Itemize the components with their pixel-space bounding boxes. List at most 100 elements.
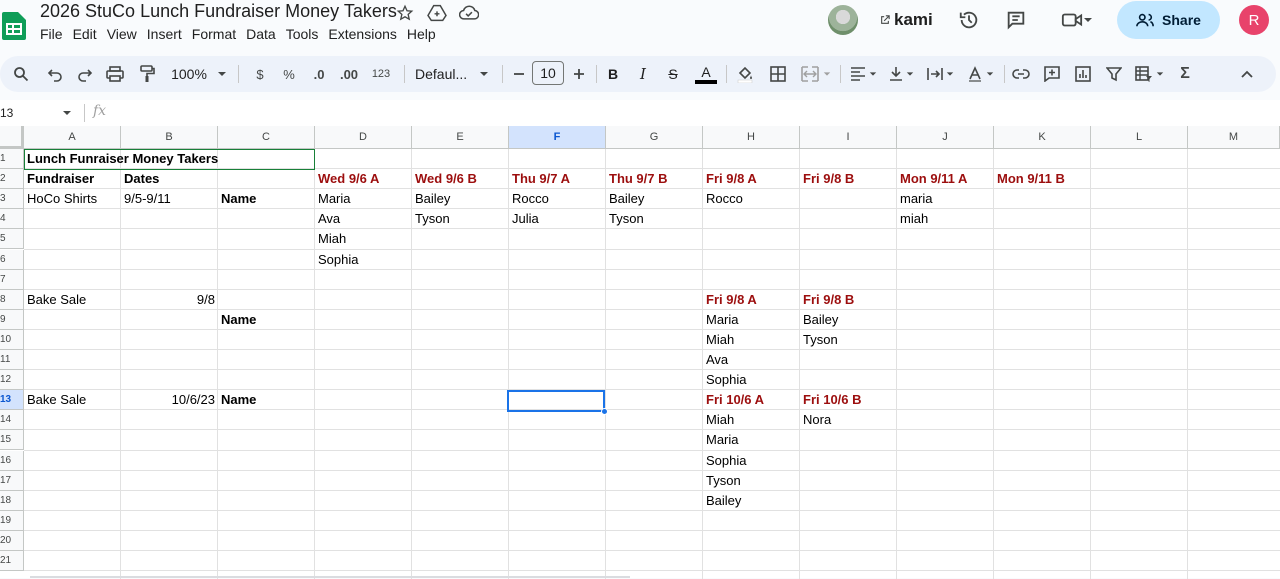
cell-b3[interactable]: 9/5-9/11 xyxy=(121,189,218,209)
cell-a3[interactable]: HoCo Shirts xyxy=(24,189,121,209)
column-header-g[interactable]: G xyxy=(606,126,703,149)
cell-b13[interactable]: 10/6/23 xyxy=(121,390,218,410)
comments-icon[interactable] xyxy=(1004,8,1028,32)
move-to-drive-icon[interactable] xyxy=(426,2,448,24)
row-header-21[interactable]: 21 xyxy=(0,551,24,571)
cell-g2[interactable]: Thu 9/7 B xyxy=(606,169,703,189)
redo-icon[interactable] xyxy=(72,60,98,88)
row-header-20[interactable]: 20 xyxy=(0,530,24,551)
version-history-icon[interactable] xyxy=(957,8,981,32)
undo-icon[interactable] xyxy=(42,60,68,88)
cell-a2[interactable]: Fundraiser xyxy=(24,169,121,189)
cell-g3[interactable]: Bailey xyxy=(606,189,703,209)
column-header-h[interactable]: H xyxy=(703,126,800,149)
column-header-a[interactable]: A xyxy=(24,126,121,149)
cloud-status-icon[interactable] xyxy=(458,2,480,24)
search-menus-icon[interactable] xyxy=(8,60,34,88)
cell-i9[interactable]: Bailey xyxy=(800,310,897,330)
cell-h16[interactable]: Sophia xyxy=(703,451,800,471)
cell-h8[interactable]: Fri 9/8 A xyxy=(703,290,800,310)
cell-f4[interactable]: Julia xyxy=(509,209,606,229)
print-icon[interactable] xyxy=(102,60,128,88)
filter-views-icon[interactable] xyxy=(1130,60,1168,88)
cell-i13[interactable]: Fri 10/6 B xyxy=(800,390,897,410)
column-header-m[interactable]: M xyxy=(1188,126,1280,149)
currency-format-button[interactable]: $ xyxy=(247,60,273,88)
spreadsheet-grid[interactable]: A B C D E F G H I J K L M 1 2 3 4 5 6 7 8 9 10 11 12 13 14 15 16 17 18… xyxy=(0,126,1280,579)
italic-button[interactable]: I xyxy=(630,60,656,88)
borders-icon[interactable] xyxy=(765,60,791,88)
kami-extension-button[interactable]: kami xyxy=(880,10,933,30)
cell-f2[interactable]: Thu 9/7 A xyxy=(509,169,606,189)
insert-link-icon[interactable] xyxy=(1008,60,1034,88)
strikethrough-button[interactable]: S xyxy=(660,60,686,88)
row-header-15[interactable]: 15 xyxy=(0,430,24,451)
filter-icon[interactable] xyxy=(1101,60,1127,88)
cell-j2[interactable]: Mon 9/11 A xyxy=(897,169,994,189)
formula-input[interactable] xyxy=(120,103,1270,123)
cell-h14[interactable]: Miah xyxy=(703,410,800,430)
row-header-3[interactable]: 3 xyxy=(0,189,24,210)
functions-button[interactable]: Σ xyxy=(1172,60,1198,88)
increase-font-size-icon[interactable] xyxy=(566,60,592,88)
decrease-decimal-button[interactable]: .0 xyxy=(306,60,332,88)
cell-h10[interactable]: Miah xyxy=(703,330,800,350)
column-header-l[interactable]: L xyxy=(1091,126,1188,149)
menu-format[interactable]: Format xyxy=(192,26,244,42)
cell-b8[interactable]: 9/8 xyxy=(121,290,218,310)
cell-d5[interactable]: Miah xyxy=(315,229,412,249)
cell-c13[interactable]: Name xyxy=(218,390,315,410)
cell-e2[interactable]: Wed 9/6 B xyxy=(412,169,509,189)
cell-h13[interactable]: Fri 10/6 A xyxy=(703,390,800,410)
increase-decimal-button[interactable]: .00 xyxy=(336,60,362,88)
row-header-12[interactable]: 12 xyxy=(0,370,24,391)
column-header-i[interactable]: I xyxy=(800,126,897,149)
row-header-7[interactable]: 7 xyxy=(0,269,24,290)
percent-format-button[interactable]: % xyxy=(276,60,302,88)
cell-a13[interactable]: Bake Sale xyxy=(24,390,121,410)
cell-d4[interactable]: Ava xyxy=(315,209,412,229)
column-header-f[interactable]: F xyxy=(509,126,606,149)
row-header-6[interactable]: 6 xyxy=(0,249,24,270)
column-header-d[interactable]: D xyxy=(315,126,412,149)
insert-comment-icon[interactable] xyxy=(1039,60,1065,88)
column-header-c[interactable]: C xyxy=(218,126,315,149)
cell-d2[interactable]: Wed 9/6 A xyxy=(315,169,412,189)
cell-j3[interactable]: maria xyxy=(897,189,994,209)
cell-e4[interactable]: Tyson xyxy=(412,209,509,229)
cell-a8[interactable]: Bake Sale xyxy=(24,290,121,310)
font-size-input[interactable]: 10 xyxy=(532,61,564,85)
menu-extensions[interactable]: Extensions xyxy=(328,26,404,42)
horizontal-align-icon[interactable] xyxy=(846,60,880,88)
cell-i8[interactable]: Fri 9/8 B xyxy=(800,290,897,310)
cell-d6[interactable]: Sophia xyxy=(315,250,412,270)
column-header-j[interactable]: J xyxy=(897,126,994,149)
text-color-button[interactable]: A xyxy=(692,60,720,88)
cell-d3[interactable]: Maria xyxy=(315,189,412,209)
column-header-k[interactable]: K xyxy=(994,126,1091,149)
cell-h12[interactable]: Sophia xyxy=(703,370,800,390)
zoom-select[interactable]: 100% xyxy=(166,60,232,88)
cell-i2[interactable]: Fri 9/8 B xyxy=(800,169,897,189)
cell-c9[interactable]: Name xyxy=(218,310,315,330)
decrease-font-size-icon[interactable] xyxy=(506,60,532,88)
select-all-corner[interactable] xyxy=(0,126,24,149)
menu-data[interactable]: Data xyxy=(246,26,284,42)
font-family-select[interactable]: Defaul... xyxy=(412,60,492,88)
cell-h18[interactable]: Bailey xyxy=(703,491,800,511)
number-format-button[interactable]: 123 xyxy=(368,60,394,88)
star-icon[interactable] xyxy=(394,2,416,24)
row-header-9[interactable]: 9 xyxy=(0,309,24,330)
row-header-14[interactable]: 14 xyxy=(0,410,24,431)
cell-i14[interactable]: Nora xyxy=(800,410,897,430)
row-header-8[interactable]: 8 xyxy=(0,289,24,310)
vertical-align-icon[interactable] xyxy=(884,60,918,88)
cell-k2[interactable]: Mon 9/11 B xyxy=(994,169,1091,189)
row-header-17[interactable]: 17 xyxy=(0,470,24,491)
name-box[interactable]: 13 xyxy=(0,104,80,122)
cell-f3[interactable]: Rocco xyxy=(509,189,606,209)
cell-i10[interactable]: Tyson xyxy=(800,330,897,350)
cell-h3[interactable]: Rocco xyxy=(703,189,800,209)
menu-tools[interactable]: Tools xyxy=(286,26,327,42)
row-header-18[interactable]: 18 xyxy=(0,490,24,511)
